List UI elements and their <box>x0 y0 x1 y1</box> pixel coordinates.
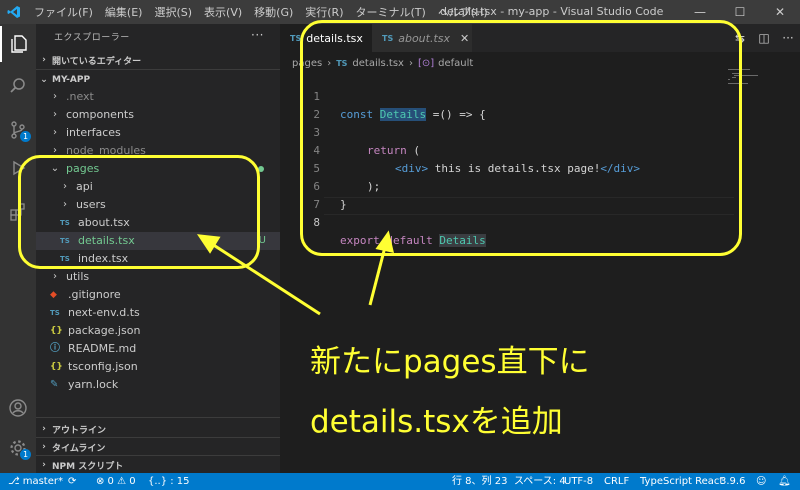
status-bar: ⎇ master* ⟳ ⊗ 0 ⚠ 0 {..} : 15 行 8、列 23 ス… <box>0 473 800 490</box>
git-branch-indicator[interactable]: ⎇ master* <box>8 473 63 490</box>
language-mode[interactable]: TypeScript React <box>640 473 723 490</box>
annotation-line: 新たにpages直下に <box>310 344 590 380</box>
indentation[interactable]: スペース: 4 <box>514 473 566 490</box>
sync-icon[interactable]: ⟳ <box>68 473 76 490</box>
line-ending[interactable]: CRLF <box>604 473 629 490</box>
problems-indicator[interactable]: ⊗ 0 ⚠ 0 <box>96 473 136 490</box>
cursor-position[interactable]: 行 8、列 23 <box>452 473 507 490</box>
notifications-bell-icon[interactable]: 🔔︎ <box>778 473 791 490</box>
typescript-version[interactable]: 3.9.6 <box>720 473 745 490</box>
branch-label: master* <box>22 476 63 487</box>
annotation-text: 新たにpages直下に details.tsxを追加 <box>310 332 590 452</box>
annotation-line: details.tsxを追加 <box>310 404 563 440</box>
feedback-icon[interactable]: ☺ <box>756 473 766 490</box>
language-status[interactable]: {..} : 15 <box>148 473 190 490</box>
encoding[interactable]: UTF-8 <box>564 473 593 490</box>
